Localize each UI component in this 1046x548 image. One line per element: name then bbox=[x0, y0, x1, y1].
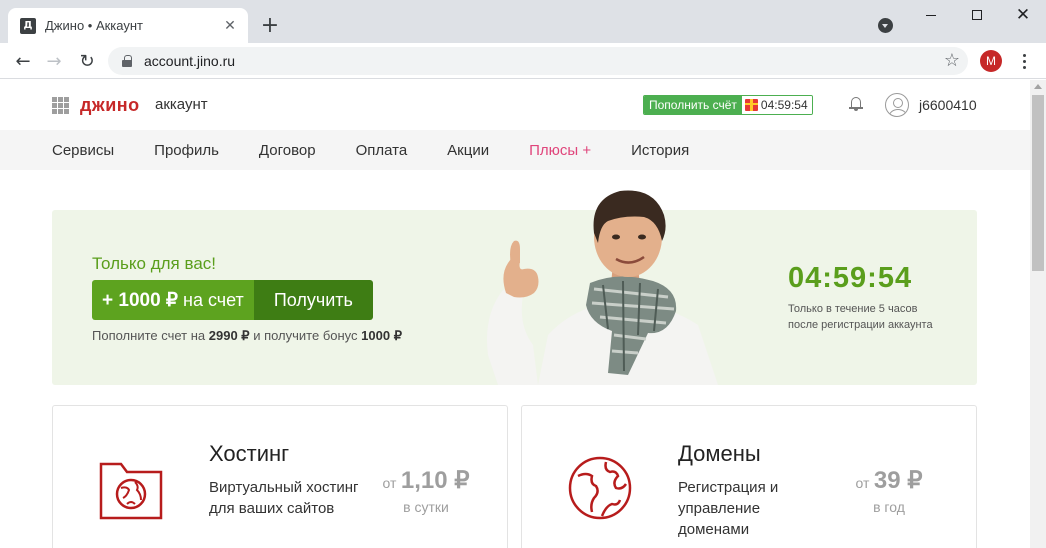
domains-title: Домены bbox=[678, 441, 761, 466]
tab-close-icon[interactable]: ✕ bbox=[222, 17, 238, 34]
hosting-folder-globe-icon bbox=[99, 462, 163, 520]
new-tab-plus-icon[interactable]: + bbox=[258, 13, 282, 38]
hosting-description: Виртуальный хостинг для ваших сайтов bbox=[209, 479, 359, 517]
domains-globe-icon bbox=[568, 456, 632, 520]
page-viewport: джино аккаунт Пополнить счёт 04:59:54 j6… bbox=[0, 80, 1030, 548]
tab-title: Джино • Аккаунт bbox=[45, 18, 143, 33]
window-minimize-button[interactable] bbox=[908, 0, 954, 30]
browser-tab-bar: Д Джино • Аккаунт ✕ + ✕ bbox=[0, 0, 1046, 43]
nav-item-services[interactable]: Сервисы bbox=[52, 142, 114, 159]
topup-timer[interactable]: 04:59:54 bbox=[741, 96, 812, 114]
promo-note-middle: и получите бонус bbox=[253, 328, 358, 343]
domains-card[interactable]: Домены Регистрация и управление доменами… bbox=[521, 405, 977, 548]
user-avatar-icon[interactable] bbox=[885, 93, 909, 117]
nav-item-profile[interactable]: Профиль bbox=[154, 142, 219, 159]
forward-arrow-icon[interactable]: → bbox=[40, 47, 68, 75]
topup-timer-text: 04:59:54 bbox=[760, 98, 808, 112]
site-header: джино аккаунт Пополнить счёт 04:59:54 j6… bbox=[0, 80, 1030, 130]
promo-amount-suffix: на счет bbox=[183, 289, 244, 310]
domains-price-unit: в год bbox=[873, 499, 905, 515]
window-maximize-button[interactable] bbox=[954, 0, 1000, 30]
back-arrow-icon[interactable]: ← bbox=[9, 47, 37, 75]
topup-widget[interactable]: Пополнить счёт 04:59:54 bbox=[643, 95, 813, 115]
domains-price-value: 39 ₽ bbox=[873, 467, 923, 494]
promo-note: Пополните счет на 2990 ₽ и получите бону… bbox=[92, 328, 402, 344]
scrollbar-thumb[interactable] bbox=[1032, 95, 1044, 271]
main-nav: Сервисы Профиль Договор Оплата Акции Плю… bbox=[0, 130, 1030, 170]
window-close-button[interactable]: ✕ bbox=[1000, 0, 1046, 30]
lock-icon[interactable] bbox=[122, 55, 132, 67]
promo-cta[interactable]: + 1000 ₽ на счет Получить bbox=[92, 280, 373, 320]
domains-price-from: от bbox=[855, 475, 870, 491]
hosting-price-unit: в сутки bbox=[403, 499, 449, 515]
apps-grid-icon[interactable] bbox=[52, 97, 69, 114]
nav-item-contract[interactable]: Договор bbox=[259, 142, 316, 159]
profile-avatar-icon[interactable]: M bbox=[980, 50, 1002, 72]
domains-price: от 39 ₽ в год bbox=[834, 466, 944, 515]
nav-item-payment[interactable]: Оплата bbox=[356, 142, 408, 159]
countdown-note-line-1: Только в течение 5 часов bbox=[788, 303, 918, 315]
page-scrollbar[interactable] bbox=[1030, 80, 1046, 548]
promo-countdown-note: Только в течение 5 часов после регистрац… bbox=[788, 301, 958, 333]
browser-tab[interactable]: Д Джино • Аккаунт ✕ bbox=[8, 8, 248, 43]
promo-note-prefix: Пополните счет на bbox=[92, 328, 206, 343]
promo-amount-value: + 1000 ₽ bbox=[102, 289, 179, 311]
browser-menu-icon[interactable] bbox=[1014, 50, 1034, 72]
domains-description: Регистрация и управление доменами bbox=[678, 479, 779, 538]
hosting-price-from: от bbox=[382, 475, 397, 491]
gift-icon bbox=[744, 99, 758, 111]
hosting-card[interactable]: Хостинг Виртуальный хостинг для ваших са… bbox=[52, 405, 508, 548]
nav-item-promotions[interactable]: Акции bbox=[447, 142, 489, 159]
scroll-up-arrow-icon[interactable] bbox=[1034, 84, 1042, 89]
site-logo-subtitle: аккаунт bbox=[155, 96, 208, 113]
promo-label: Только для вас! bbox=[92, 254, 217, 273]
hosting-price-value: 1,10 ₽ bbox=[400, 467, 470, 494]
countdown-note-line-2: после регистрации аккаунта bbox=[788, 319, 933, 331]
promo-note-bonus: 1000 ₽ bbox=[361, 328, 402, 343]
promo-get-button[interactable]: Получить bbox=[253, 280, 373, 320]
tab-search-icon[interactable] bbox=[878, 18, 893, 33]
nav-item-pluses[interactable]: Плюсы + bbox=[529, 142, 591, 159]
promo-person-illustration bbox=[487, 190, 718, 385]
promo-countdown: 04:59:54 bbox=[788, 262, 913, 294]
topup-button[interactable]: Пополнить счёт bbox=[644, 96, 742, 114]
address-bar[interactable]: account.jino.ru ☆ bbox=[108, 47, 968, 75]
reload-icon[interactable]: ↻ bbox=[73, 47, 101, 75]
nav-item-history[interactable]: История bbox=[631, 142, 689, 159]
promo-note-sum: 2990 ₽ bbox=[208, 328, 250, 343]
site-favicon-icon: Д bbox=[20, 17, 36, 34]
url-text[interactable]: account.jino.ru bbox=[144, 53, 235, 69]
promo-amount: + 1000 ₽ на счет bbox=[92, 280, 254, 320]
hosting-price: от 1,10 ₽ в сутки bbox=[371, 466, 481, 515]
site-logo[interactable]: джино bbox=[80, 95, 140, 116]
username[interactable]: j6600410 bbox=[919, 97, 977, 113]
browser-toolbar: ← → ↻ account.jino.ru ☆ bbox=[0, 43, 1046, 79]
bookmark-star-icon[interactable]: ☆ bbox=[944, 50, 960, 71]
hosting-title: Хостинг bbox=[209, 441, 290, 466]
bell-icon[interactable] bbox=[849, 96, 863, 112]
